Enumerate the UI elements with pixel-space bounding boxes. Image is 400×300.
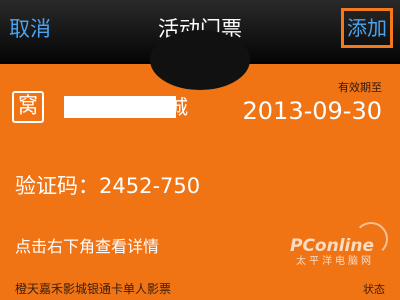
code-value: 2452-750	[99, 174, 201, 198]
cinema-name: 城	[64, 94, 188, 120]
add-button[interactable]: 添加	[341, 8, 393, 48]
ticket-name: 橙天嘉禾影城银通卡单人影票	[15, 282, 172, 296]
expiry-date: 2013-09-30	[242, 97, 382, 125]
code-label: 验证码：	[15, 174, 99, 198]
details-hint: 点击右下角查看详情	[15, 237, 160, 256]
watermark-swoosh-icon	[354, 222, 388, 256]
cinema-logo-icon: 窝	[12, 91, 44, 123]
watermark: PConline 太平洋电脑网	[290, 222, 388, 268]
ticket-notch	[150, 30, 250, 90]
watermark-sub: 太平洋电脑网	[296, 256, 374, 267]
status-button[interactable]: 状态	[363, 282, 385, 298]
cinema-logo-glyph: 窝	[18, 94, 38, 119]
ticket-card[interactable]: 窝 城 有效期至 2013-09-30 验证码：2452-750 点击右下角查看…	[0, 30, 400, 300]
expiry-label: 有效期至	[338, 81, 382, 94]
cinema-name-visible: 城	[168, 95, 188, 119]
verification-code: 验证码：2452-750	[15, 172, 200, 200]
redaction-mask	[64, 96, 176, 118]
